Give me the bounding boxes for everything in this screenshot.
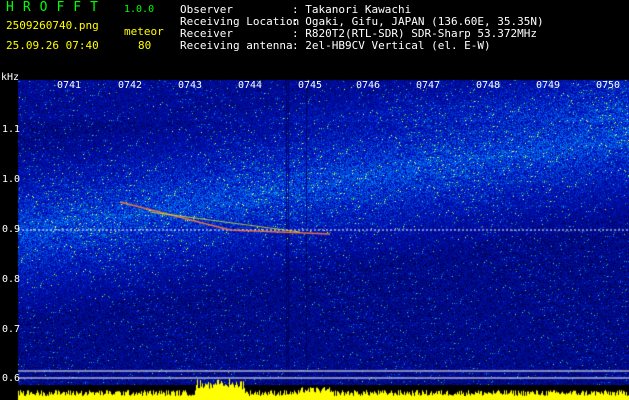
- mode-label: meteor: [124, 25, 164, 38]
- header: HROFFT 1.0.0 2509260740.png meteor 25.09…: [0, 0, 629, 62]
- time-tick: 0746: [356, 80, 381, 91]
- time-tick: 0744: [238, 80, 263, 91]
- time-tick: 0745: [298, 80, 323, 91]
- time-tick: 0743: [178, 80, 203, 91]
- freq-tick: 0.9: [2, 224, 21, 235]
- freq-tick: 1.0: [2, 174, 21, 185]
- time-tick: 0749: [536, 80, 561, 91]
- freq-tick: 0.6: [2, 373, 21, 384]
- datetime: 25.09.26 07:40: [6, 39, 99, 52]
- freq-tick: 0.7: [2, 324, 21, 335]
- time-tick: 0741: [57, 80, 82, 91]
- app-logo: HROFFT: [6, 0, 107, 15]
- time-tick: 0750: [596, 80, 621, 91]
- freq-tick: 0.8: [2, 274, 21, 285]
- time-tick: 0742: [118, 80, 143, 91]
- freq-tick: 1.1: [2, 124, 21, 135]
- time-tick: 0748: [476, 80, 501, 91]
- info-label-antenna: Receiving antenna: [180, 39, 293, 52]
- file-name: 2509260740.png: [6, 19, 99, 32]
- info-value-antenna: : 2el-HB9CV Vertical (el. E-W): [292, 39, 491, 52]
- spectrogram-canvas: [0, 62, 629, 400]
- time-tick: 0747: [416, 80, 441, 91]
- meteor-count: 80: [138, 39, 152, 52]
- freq-unit-label: kHz: [1, 72, 20, 83]
- app-version: 1.0.0: [124, 4, 155, 15]
